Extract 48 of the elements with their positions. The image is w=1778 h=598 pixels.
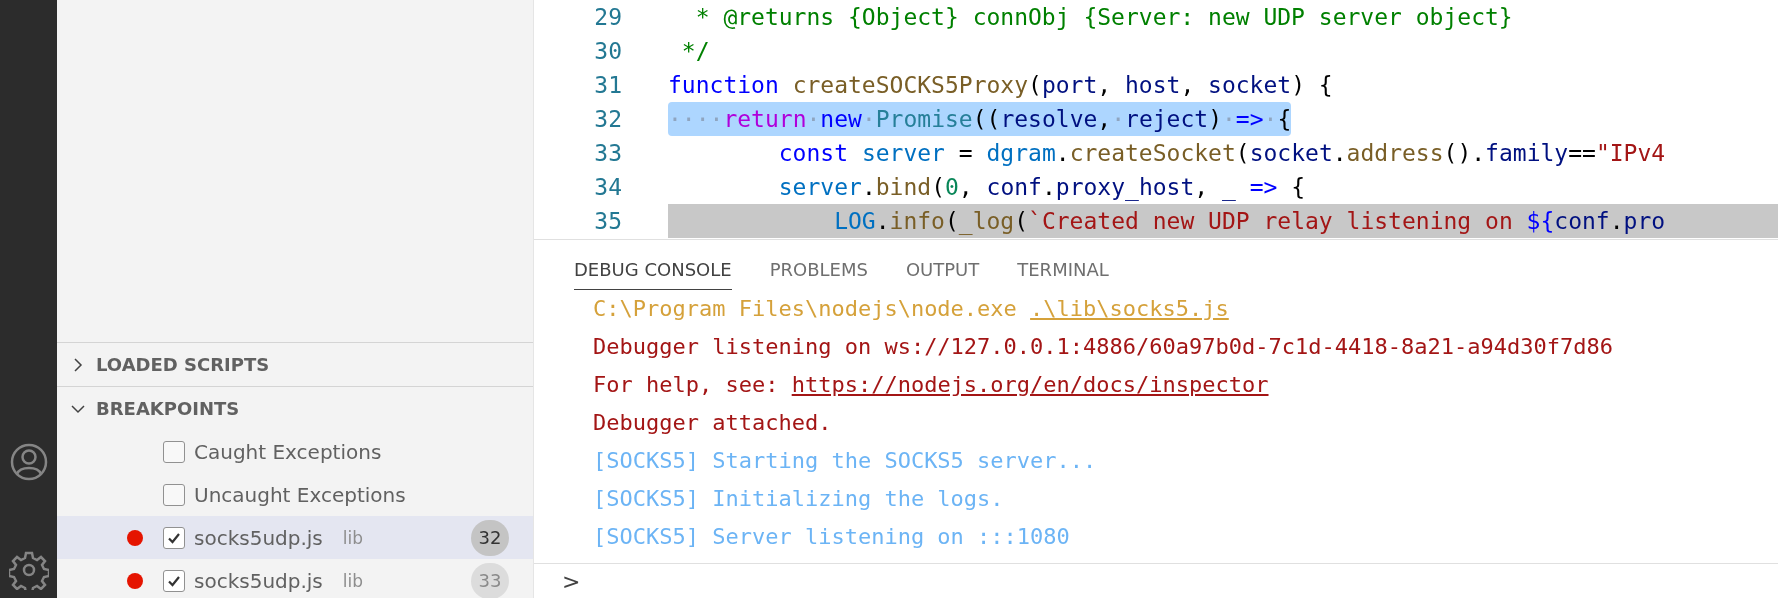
line-number: 33 [593,140,623,166]
folder-label: lib [342,570,364,591]
breakpoint-dot-icon [127,529,143,546]
breakpoint-label: socks5udp.js [194,525,323,550]
account-icon[interactable] [8,442,49,482]
checkbox[interactable] [163,569,185,592]
console-line: C:\Program Files\nodejs\node.exe .\lib\socks5.js [593,295,1230,323]
section-header[interactable]: LOADED SCRIPTS [57,342,533,386]
code-line: */ [680,37,711,66]
panel-tab[interactable]: PROBLEMS [769,250,868,290]
breakpoint-label: Caught Exceptions [194,439,382,464]
prompt-chevron: > [562,568,581,594]
breakpoint-item[interactable]: Caught Exceptions [57,430,533,473]
line-number-badge: 33 [471,562,509,598]
breakpoint-dot-icon [127,572,143,589]
breakpoint-item[interactable]: socks5udp.js lib 33 [57,559,533,598]
breakpoint-item[interactable]: Uncaught Exceptions [57,473,533,516]
panel-tab[interactable]: OUTPUT [905,250,980,290]
checkbox[interactable] [163,483,185,506]
console-line: [SOCKS5] Initializing the logs. [593,485,1005,513]
line-number: 29 [593,4,623,30]
code-line: * @returns {Object} connObj {Server: new UDP server object} [694,3,1514,32]
console-line: Debugger attached. [593,409,833,437]
code-line: server.bind(0, conf.proxy_host, _ => { [777,173,1307,203]
code-line: function createSOCKS5Proxy(port, host, socket) { [668,71,1334,100]
console-link[interactable]: https://nodejs.org/en/docs/inspector [791,372,1269,397]
line-number: 31 [593,72,623,98]
checkbox[interactable] [163,440,185,463]
line-number: 34 [593,174,623,200]
console-line: [SOCKS5] Starting the SOCKS5 server... [593,447,1098,475]
folder-label: lib [342,527,364,548]
console-input[interactable]: > [534,563,1778,598]
breakpoint-label: Uncaught Exceptions [194,482,406,507]
section-header[interactable]: BREAKPOINTS [57,386,533,430]
panel-tab[interactable]: TERMINAL [1017,250,1109,290]
panel-tab[interactable]: DEBUG CONSOLE [574,250,732,290]
code-line: const server = dgram.createSocket(socket.address().family=="IPv4 [777,139,1667,168]
console-line: [SOCKS5] Server listening on :::1080 [593,523,1071,551]
line-number-badge: 32 [471,519,509,556]
console-line: For help, see: https://nodejs.org/en/docs/inspector [593,371,1270,399]
line-number: 32 [593,106,623,132]
breakpoint-item[interactable]: socks5udp.js lib 32 [57,516,533,559]
console-line: Debugger listening on ws://127.0.0.1:4886/60a97b0d-7c1d-4418-8a21-a94d30f7d86 [593,333,1614,361]
line-number: 35 [593,208,623,234]
settings-icon[interactable] [8,550,49,590]
checkbox[interactable] [163,526,185,549]
breakpoint-label: socks5udp.js [194,568,323,593]
line-number: 30 [593,38,623,64]
